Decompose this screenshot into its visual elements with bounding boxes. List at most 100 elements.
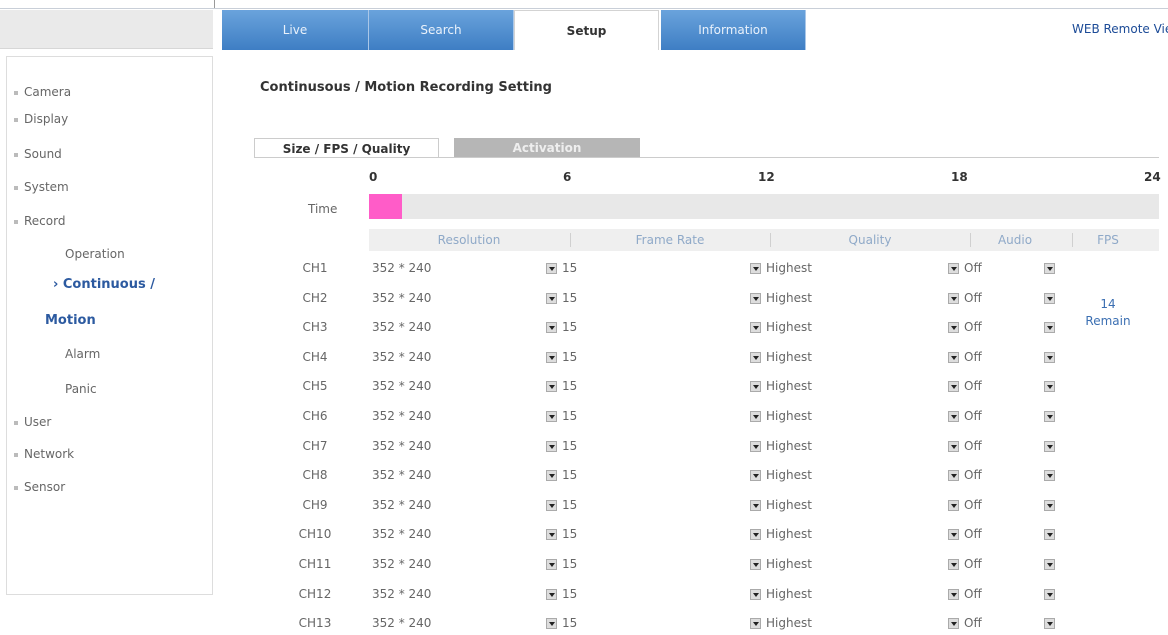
- dropdown-arrow-icon[interactable]: [1044, 559, 1055, 570]
- quality-select[interactable]: Highest: [766, 286, 812, 310]
- audio-select[interactable]: Off: [964, 286, 982, 310]
- audio-select[interactable]: Off: [964, 404, 982, 428]
- subtab-activation[interactable]: Activation: [454, 138, 640, 158]
- frame-rate-select[interactable]: 15: [562, 463, 577, 487]
- resolution-select[interactable]: 352 * 240: [372, 256, 431, 280]
- dropdown-arrow-icon[interactable]: [546, 499, 557, 511]
- dropdown-arrow-icon[interactable]: [948, 529, 959, 541]
- dropdown-arrow-icon[interactable]: [750, 470, 761, 482]
- dropdown-arrow-icon[interactable]: [1044, 440, 1055, 452]
- dropdown-arrow-icon[interactable]: [750, 263, 761, 274]
- resolution-select[interactable]: 352 * 240: [372, 345, 431, 369]
- dropdown-arrow-icon[interactable]: [1044, 499, 1055, 511]
- audio-select[interactable]: Off: [964, 493, 982, 517]
- dropdown-arrow-icon[interactable]: [750, 440, 761, 452]
- dropdown-arrow-icon[interactable]: [1044, 351, 1055, 363]
- quality-select[interactable]: Highest: [766, 582, 812, 606]
- dropdown-arrow-icon[interactable]: [948, 351, 959, 363]
- dropdown-arrow-icon[interactable]: [546, 618, 557, 630]
- sidebar-item-record[interactable]: Record: [7, 211, 212, 231]
- resolution-select[interactable]: 352 * 240: [372, 552, 431, 576]
- dropdown-arrow-icon[interactable]: [948, 618, 959, 630]
- quality-select[interactable]: Highest: [766, 256, 812, 280]
- dropdown-arrow-icon[interactable]: [750, 499, 761, 511]
- dropdown-arrow-icon[interactable]: [546, 470, 557, 482]
- dropdown-arrow-icon[interactable]: [750, 588, 761, 600]
- frame-rate-select[interactable]: 15: [562, 434, 577, 458]
- resolution-select[interactable]: 352 * 240: [372, 522, 431, 546]
- resolution-select[interactable]: 352 * 240: [372, 374, 431, 398]
- resolution-select[interactable]: 352 * 240: [372, 434, 431, 458]
- audio-select[interactable]: Off: [964, 315, 982, 339]
- audio-select[interactable]: Off: [964, 345, 982, 369]
- dropdown-arrow-icon[interactable]: [546, 529, 557, 541]
- resolution-select[interactable]: 352 * 240: [372, 463, 431, 487]
- dropdown-arrow-icon[interactable]: [546, 559, 557, 570]
- frame-rate-select[interactable]: 15: [562, 315, 577, 339]
- time-schedule-marker[interactable]: [369, 194, 402, 219]
- sidebar-item-camera[interactable]: Camera: [7, 82, 212, 102]
- frame-rate-select[interactable]: 15: [562, 552, 577, 576]
- dropdown-arrow-icon[interactable]: [948, 588, 959, 600]
- dropdown-arrow-icon[interactable]: [750, 292, 761, 304]
- audio-select[interactable]: Off: [964, 522, 982, 546]
- dropdown-arrow-icon[interactable]: [750, 618, 761, 630]
- audio-select[interactable]: Off: [964, 552, 982, 576]
- frame-rate-select[interactable]: 15: [562, 374, 577, 398]
- dropdown-arrow-icon[interactable]: [1044, 381, 1055, 393]
- audio-select[interactable]: Off: [964, 374, 982, 398]
- dropdown-arrow-icon[interactable]: [948, 322, 959, 334]
- resolution-select[interactable]: 352 * 240: [372, 286, 431, 310]
- dropdown-arrow-icon[interactable]: [750, 411, 761, 422]
- quality-select[interactable]: Highest: [766, 374, 812, 398]
- dropdown-arrow-icon[interactable]: [750, 351, 761, 363]
- dropdown-arrow-icon[interactable]: [546, 381, 557, 393]
- dropdown-arrow-icon[interactable]: [1044, 529, 1055, 541]
- dropdown-arrow-icon[interactable]: [1044, 292, 1055, 304]
- quality-select[interactable]: Highest: [766, 434, 812, 458]
- dropdown-arrow-icon[interactable]: [948, 499, 959, 511]
- audio-select[interactable]: Off: [964, 611, 982, 635]
- tab-setup[interactable]: Setup: [514, 10, 659, 50]
- frame-rate-select[interactable]: 15: [562, 256, 577, 280]
- tab-information[interactable]: Information: [661, 10, 806, 50]
- dropdown-arrow-icon[interactable]: [750, 322, 761, 334]
- sidebar-item-sound[interactable]: Sound: [7, 144, 212, 164]
- quality-select[interactable]: Highest: [766, 522, 812, 546]
- resolution-select[interactable]: 352 * 240: [372, 611, 431, 635]
- dropdown-arrow-icon[interactable]: [948, 292, 959, 304]
- audio-select[interactable]: Off: [964, 434, 982, 458]
- dropdown-arrow-icon[interactable]: [948, 411, 959, 422]
- dropdown-arrow-icon[interactable]: [546, 322, 557, 334]
- dropdown-arrow-icon[interactable]: [948, 263, 959, 274]
- dropdown-arrow-icon[interactable]: [750, 559, 761, 570]
- dropdown-arrow-icon[interactable]: [1044, 588, 1055, 600]
- dropdown-arrow-icon[interactable]: [546, 411, 557, 422]
- quality-select[interactable]: Highest: [766, 315, 812, 339]
- sidebar-item-display[interactable]: Display: [7, 109, 212, 129]
- resolution-select[interactable]: 352 * 240: [372, 582, 431, 606]
- frame-rate-select[interactable]: 15: [562, 404, 577, 428]
- resolution-select[interactable]: 352 * 240: [372, 404, 431, 428]
- dropdown-arrow-icon[interactable]: [546, 351, 557, 363]
- dropdown-arrow-icon[interactable]: [1044, 411, 1055, 422]
- dropdown-arrow-icon[interactable]: [948, 470, 959, 482]
- resolution-select[interactable]: 352 * 240: [372, 493, 431, 517]
- dropdown-arrow-icon[interactable]: [948, 559, 959, 570]
- dropdown-arrow-icon[interactable]: [546, 440, 557, 452]
- dropdown-arrow-icon[interactable]: [1044, 618, 1055, 630]
- audio-select[interactable]: Off: [964, 582, 982, 606]
- dropdown-arrow-icon[interactable]: [948, 440, 959, 452]
- dropdown-arrow-icon[interactable]: [750, 529, 761, 541]
- audio-select[interactable]: Off: [964, 463, 982, 487]
- frame-rate-select[interactable]: 15: [562, 582, 577, 606]
- dropdown-arrow-icon[interactable]: [546, 588, 557, 600]
- web-remote-viewer-link[interactable]: WEB Remote Vie: [1072, 22, 1168, 36]
- quality-select[interactable]: Highest: [766, 345, 812, 369]
- dropdown-arrow-icon[interactable]: [948, 381, 959, 393]
- frame-rate-select[interactable]: 15: [562, 286, 577, 310]
- frame-rate-select[interactable]: 15: [562, 345, 577, 369]
- tab-search[interactable]: Search: [369, 10, 514, 50]
- audio-select[interactable]: Off: [964, 256, 982, 280]
- frame-rate-select[interactable]: 15: [562, 522, 577, 546]
